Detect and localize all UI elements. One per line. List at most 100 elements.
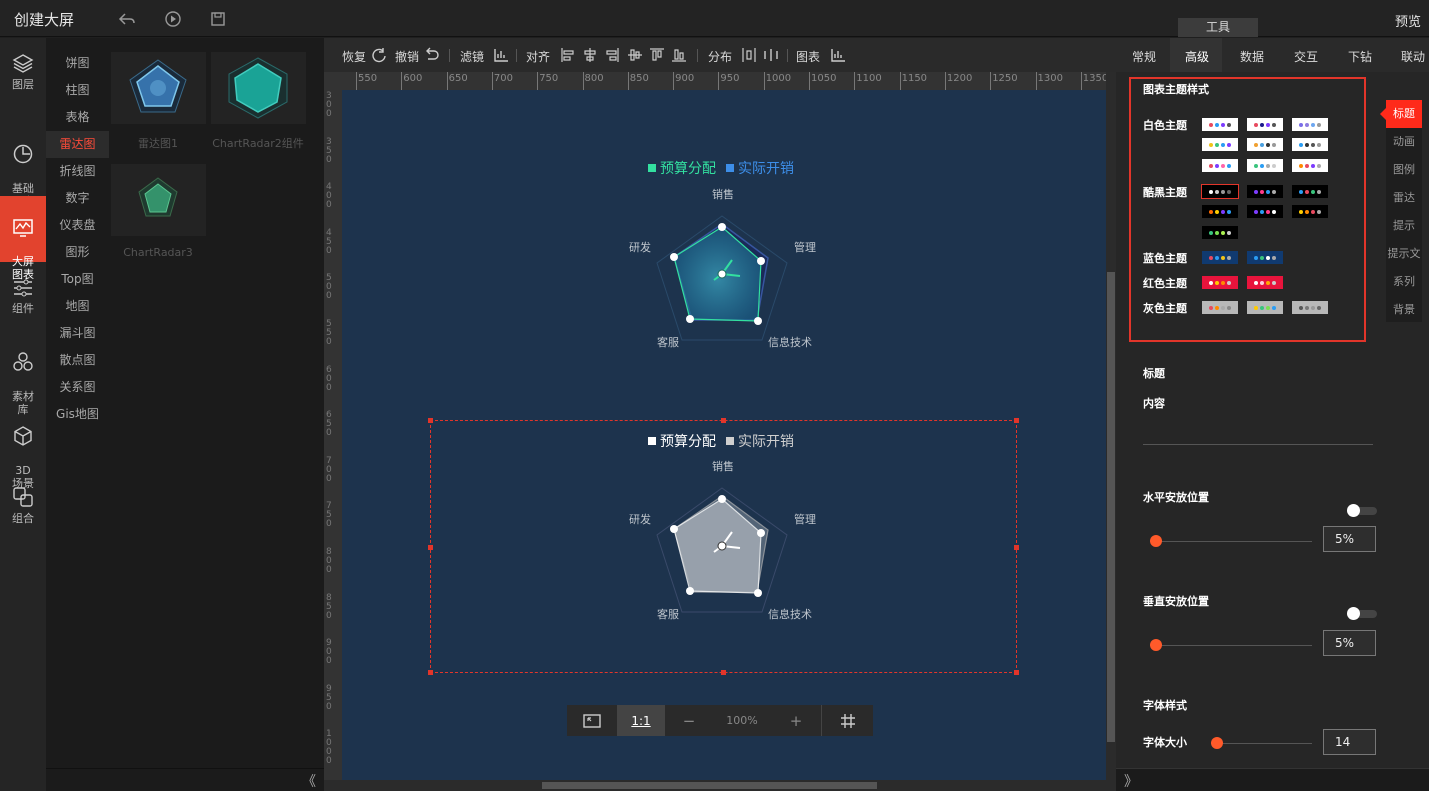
category-gauge[interactable]: 仪表盘 [46, 212, 109, 239]
theme-swatch[interactable] [1247, 205, 1283, 218]
collapse-left-button[interactable]: 《 [302, 771, 316, 791]
legend-item[interactable]: 实际开销 [726, 431, 794, 451]
side-tab-legend[interactable]: 图例 [1386, 156, 1422, 184]
category-gis-map[interactable]: Gis地图 [46, 401, 109, 428]
redo-button[interactable]: 恢复 [342, 48, 366, 65]
category-funnel[interactable]: 漏斗图 [46, 320, 109, 347]
v-pos-toggle[interactable] [1347, 607, 1377, 620]
theme-swatch[interactable] [1202, 159, 1238, 172]
theme-swatch[interactable] [1292, 205, 1328, 218]
theme-swatch[interactable] [1201, 184, 1239, 199]
theme-swatch[interactable] [1247, 185, 1283, 198]
theme-swatch[interactable] [1202, 205, 1238, 218]
category-bar[interactable]: 柱图 [46, 77, 109, 104]
fit-screen-button[interactable] [567, 705, 617, 736]
undo-icon[interactable] [424, 47, 440, 63]
theme-swatch[interactable] [1202, 276, 1238, 289]
v-pos-slider-knob[interactable] [1150, 639, 1162, 651]
distribute-button[interactable]: 分布 [708, 48, 732, 65]
tab-drilldown[interactable]: 下钻 [1348, 48, 1372, 65]
side-tab-background[interactable]: 背景 [1386, 296, 1422, 324]
align-center-h-icon[interactable] [582, 47, 598, 63]
side-tab-tooltip[interactable]: 提示 [1386, 212, 1422, 240]
legend-item[interactable]: 预算分配 [648, 431, 716, 451]
align-right-icon[interactable] [604, 47, 620, 63]
vertical-scrollbar[interactable] [1106, 72, 1116, 780]
align-bottom-icon[interactable] [671, 47, 687, 63]
horizontal-scrollbar[interactable] [324, 780, 1116, 791]
resize-handle[interactable] [428, 418, 433, 423]
font-size-slider[interactable] [1211, 743, 1312, 744]
radar-chart-1[interactable] [622, 190, 822, 350]
vertical-scroll-thumb[interactable] [1107, 272, 1115, 742]
radar-chart-2[interactable] [622, 462, 822, 622]
theme-swatch[interactable] [1247, 276, 1283, 289]
filter-chart-icon[interactable] [493, 47, 509, 63]
theme-swatch[interactable] [1292, 138, 1328, 151]
tab-linkage[interactable]: 联动 [1401, 48, 1425, 65]
nav-materials[interactable]: 素材 库 [0, 338, 46, 416]
side-tab-animation[interactable]: 动画 [1386, 128, 1422, 156]
theme-swatch[interactable] [1247, 118, 1283, 131]
category-pie[interactable]: 饼图 [46, 50, 109, 77]
side-tab-tooltip-text[interactable]: 提示文 [1386, 240, 1422, 268]
category-top[interactable]: Top图 [46, 266, 109, 293]
theme-swatch[interactable] [1292, 159, 1328, 172]
theme-swatch[interactable] [1292, 118, 1328, 131]
theme-swatch[interactable] [1202, 226, 1238, 239]
undo-button[interactable]: 撤销 [395, 48, 419, 65]
resize-handle[interactable] [1014, 670, 1019, 675]
align-top-icon[interactable] [627, 47, 643, 63]
save-button[interactable] [208, 9, 228, 29]
h-pos-input[interactable]: 5% [1323, 526, 1376, 552]
thumbnail-radar-3[interactable] [111, 164, 206, 236]
category-line[interactable]: 折线图 [46, 158, 109, 185]
h-pos-slider[interactable] [1150, 541, 1312, 542]
resize-handle[interactable] [1014, 545, 1019, 550]
legend-item[interactable]: 预算分配 [648, 158, 716, 178]
v-pos-input[interactable]: 5% [1323, 630, 1376, 656]
chart-button[interactable]: 图表 [796, 48, 820, 65]
side-tab-title[interactable]: 标题 [1386, 100, 1422, 128]
tab-interaction[interactable]: 交互 [1294, 48, 1318, 65]
zoom-out-button[interactable]: − [665, 705, 713, 736]
category-relation[interactable]: 关系图 [46, 374, 109, 401]
tab-advanced[interactable]: 高级 [1185, 48, 1209, 65]
category-number[interactable]: 数字 [46, 185, 109, 212]
play-button[interactable] [163, 9, 183, 29]
theme-swatch[interactable] [1247, 138, 1283, 151]
collapse-right-button[interactable]: 》 [1124, 771, 1138, 791]
chart-icon[interactable] [830, 47, 846, 63]
h-pos-toggle[interactable] [1347, 504, 1377, 517]
font-size-slider-knob[interactable] [1211, 737, 1223, 749]
resize-handle[interactable] [721, 418, 726, 423]
distribute-h-icon[interactable] [741, 47, 757, 63]
category-scatter[interactable]: 散点图 [46, 347, 109, 374]
back-button[interactable] [117, 9, 137, 29]
nav-bigscreen-chart[interactable]: 大屏 图表 [0, 196, 46, 281]
resize-handle[interactable] [428, 545, 433, 550]
font-size-input[interactable]: 14 [1323, 729, 1376, 755]
category-shape[interactable]: 图形 [46, 239, 109, 266]
redo-icon[interactable] [371, 47, 387, 63]
theme-swatch[interactable] [1292, 301, 1328, 314]
theme-swatch[interactable] [1202, 118, 1238, 131]
resize-handle[interactable] [428, 670, 433, 675]
resize-handle[interactable] [721, 670, 726, 675]
nav-3d-scene[interactable]: 3D 场景 [0, 412, 46, 490]
distribute-v-icon[interactable] [763, 47, 779, 63]
preview-button[interactable]: 预览 [1395, 11, 1421, 30]
theme-swatch[interactable] [1247, 251, 1283, 264]
horizontal-scroll-thumb[interactable] [542, 782, 877, 789]
ratio-1-1-button[interactable]: 1:1 [617, 705, 665, 736]
theme-swatch[interactable] [1202, 251, 1238, 264]
zoom-in-button[interactable]: + [771, 705, 821, 736]
theme-swatch[interactable] [1247, 301, 1283, 314]
side-tab-radar[interactable]: 雷达 [1386, 184, 1422, 212]
nav-layers[interactable]: 图层 [0, 52, 46, 102]
nav-basic-chart[interactable]: 基础 图表 [0, 130, 46, 208]
side-tab-series[interactable]: 系列 [1386, 268, 1422, 296]
theme-swatch[interactable] [1247, 159, 1283, 172]
category-table[interactable]: 表格 [46, 104, 109, 131]
theme-swatch[interactable] [1202, 301, 1238, 314]
